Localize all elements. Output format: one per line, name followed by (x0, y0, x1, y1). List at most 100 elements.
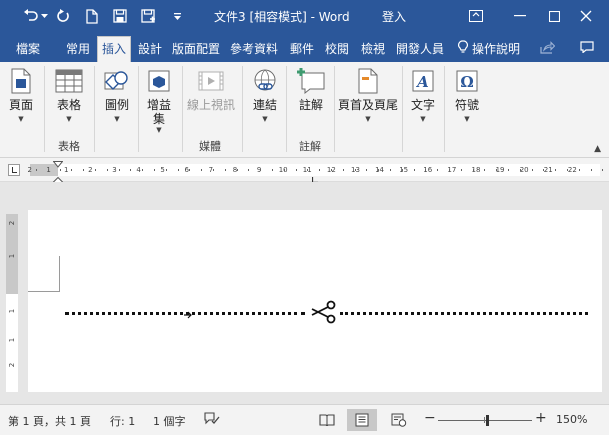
symbols-button[interactable]: Ω 符號 ▼ (450, 66, 484, 123)
ruler-tick (271, 169, 273, 171)
dotted-cut-line-right (340, 312, 588, 315)
zoom-slider[interactable] (438, 420, 532, 421)
text-button[interactable]: A 文字 ▼ (406, 66, 440, 123)
ruler-tick (378, 169, 380, 171)
addins-button[interactable]: 增益 集 ▼ (142, 66, 176, 134)
table-button[interactable]: 表格 ▼ (52, 66, 86, 123)
first-line-indent-marker[interactable] (52, 158, 64, 171)
ruler-tick (307, 169, 309, 171)
zoom-out-button[interactable]: − (424, 410, 436, 426)
ruler-tick (283, 169, 285, 171)
ruler-tick (224, 169, 226, 171)
maximize-icon[interactable] (538, 4, 570, 28)
ruler-tick (354, 169, 356, 171)
ruler-tick (35, 169, 37, 171)
header-footer-button[interactable]: 頁首及頁尾 ▼ (338, 66, 398, 123)
separator (242, 66, 243, 152)
tab-view[interactable]: 檢視 (361, 40, 385, 57)
tab-review[interactable]: 校閱 (325, 40, 349, 57)
collapse-ribbon-icon[interactable]: ▲ (594, 144, 601, 154)
tab-arrow-icon (184, 309, 192, 322)
ruler-tick (212, 169, 214, 171)
tab-insert[interactable]: 插入 (97, 36, 132, 62)
share-icon[interactable] (536, 37, 558, 57)
links-button[interactable]: 連結 ▼ (248, 66, 282, 123)
ruler-tick (118, 169, 120, 171)
zoom-in-button[interactable]: + (535, 410, 547, 426)
undo-dropdown-icon[interactable] (38, 6, 50, 26)
addins-icon (144, 66, 174, 96)
ruler-tick (330, 169, 332, 171)
ruler-tick (496, 169, 498, 171)
zoom-level[interactable]: 150% (556, 413, 587, 426)
tab-selector[interactable] (8, 164, 20, 176)
save-as-icon[interactable] (138, 6, 160, 26)
ruler-tick (366, 169, 368, 171)
tab-mailings[interactable]: 郵件 (290, 40, 314, 57)
tab-references[interactable]: 參考資料 (230, 40, 278, 57)
ruler-tick (177, 169, 179, 171)
comment-icon (296, 66, 326, 96)
tab-developer[interactable]: 開發人員 (396, 40, 444, 57)
chevron-down-icon: ▼ (365, 115, 371, 123)
line-number: 行: 1 (110, 415, 136, 428)
separator (44, 66, 45, 152)
ruler-tick (142, 169, 144, 171)
ruler-tick (83, 169, 85, 171)
close-icon[interactable] (570, 4, 602, 28)
page-count[interactable]: 第 1 頁，共 1 頁 (8, 413, 91, 429)
zoom-slider-thumb[interactable] (486, 415, 489, 426)
ruler-tick (425, 169, 427, 171)
ruler-number: 22 (567, 166, 577, 174)
print-layout-icon[interactable] (347, 409, 377, 431)
chevron-down-icon: ▼ (114, 115, 120, 123)
web-layout-icon[interactable] (384, 409, 414, 431)
ribbon-display-icon[interactable] (460, 4, 492, 28)
ruler-tick (401, 169, 403, 171)
ruler-tick (189, 169, 191, 171)
ruler-tick (484, 169, 486, 171)
ruler-tick (543, 169, 545, 171)
ruler-tick (260, 169, 262, 171)
ruler-number: 16 (423, 166, 433, 174)
customize-icon[interactable] (166, 6, 188, 26)
ruler-tick (413, 169, 415, 171)
separator (444, 66, 445, 152)
margin-corner-mark (28, 256, 60, 292)
tab-file[interactable]: 檔案 (16, 40, 40, 57)
tab-design[interactable]: 設計 (138, 40, 162, 57)
redo-icon[interactable] (52, 6, 74, 26)
word-count[interactable]: 1 個字 (153, 413, 186, 429)
save-icon[interactable] (109, 6, 131, 26)
online-video-icon (196, 66, 226, 96)
new-document-icon[interactable] (81, 6, 103, 26)
proofing-icon[interactable] (204, 412, 220, 429)
tell-me[interactable]: 操作說明 (458, 40, 520, 57)
separator (402, 66, 403, 152)
pages-button[interactable]: 頁面 ▼ (4, 66, 38, 123)
tab-layout[interactable]: 版面配置 (172, 40, 220, 57)
ruler-tick (130, 169, 132, 171)
ruler-tick (460, 169, 462, 171)
chevron-down-icon: ▼ (464, 115, 470, 123)
ruler-tick (153, 169, 155, 171)
lightbulb-icon (458, 40, 468, 57)
read-mode-icon[interactable] (312, 409, 342, 431)
online-video-button[interactable]: 線上視訊 (186, 66, 236, 112)
ruler-tick (590, 169, 592, 171)
login-button[interactable]: 登入 (382, 8, 406, 25)
group-label-comments: 註解 (299, 140, 321, 153)
illustrations-button[interactable]: 圖例 ▼ (100, 66, 134, 123)
ruler-tick (94, 169, 96, 171)
ruler-tick (519, 169, 521, 171)
new-comment-button[interactable]: 註解 (292, 66, 330, 112)
feedback-icon[interactable] (576, 37, 598, 57)
links-icon (250, 66, 280, 96)
minimize-icon[interactable] (504, 4, 536, 28)
ruler-tick (448, 169, 450, 171)
tab-home[interactable]: 常用 (66, 40, 90, 57)
status-bar: 第 1 頁，共 1 頁 行: 1 1 個字 − + 150% (0, 404, 609, 435)
chevron-down-icon: ▼ (66, 115, 72, 123)
ruler-number: 14 (375, 166, 384, 174)
separator (182, 66, 183, 152)
